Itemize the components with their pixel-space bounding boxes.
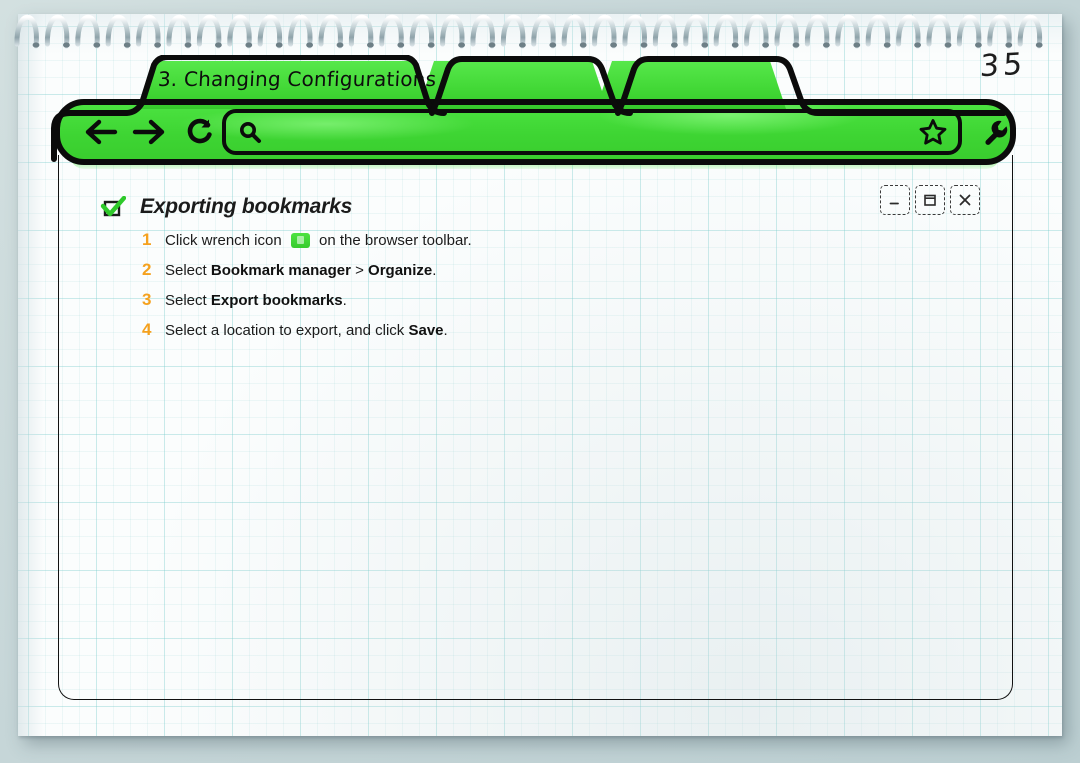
minimize-button[interactable] [880, 185, 910, 215]
reload-icon [187, 118, 212, 144]
step-text: Click wrench icon on the browser toolbar… [165, 232, 472, 249]
step-item: 4 Select a location to export, and click … [142, 319, 800, 342]
step-text: Select a location to export, and click S… [165, 321, 448, 339]
step-list: 1 Click wrench icon on the browser toolba… [142, 229, 800, 342]
step-number: 4 [142, 319, 152, 339]
step-item: 2 Select Bookmark manager > Organize. [142, 259, 800, 282]
maximize-icon [924, 194, 936, 206]
wrench-icon [985, 120, 1008, 145]
window-controls [880, 185, 980, 215]
step-item: 1 Click wrench icon on the browser toolba… [142, 229, 800, 252]
section-header: Exporting bookmarks [100, 195, 800, 219]
step-item: 3 Select Export bookmarks. [142, 289, 800, 312]
page-title: Exporting bookmarks [140, 195, 353, 218]
maximize-button[interactable] [915, 185, 945, 215]
page-number: 35 [978, 46, 1027, 85]
forward-button[interactable] [128, 113, 168, 151]
arrow-left-icon [85, 119, 118, 145]
reload-button[interactable] [180, 113, 218, 151]
address-bar[interactable] [222, 109, 962, 155]
browser-window: 3. Changing Configurations Exporting boo… [40, 55, 1020, 703]
content-area: Exporting bookmarks 1 Click wrench icon o… [100, 195, 800, 349]
wrench-menu-button[interactable] [976, 113, 1016, 151]
minimize-icon [889, 202, 899, 205]
search-icon [238, 120, 262, 144]
arrow-right-icon [132, 119, 165, 145]
step-text: Select Bookmark manager > Organize. [165, 261, 437, 279]
step-number: 2 [142, 259, 152, 279]
tab-label-active: 3. Changing Configurations [157, 67, 437, 91]
address-input[interactable] [262, 113, 918, 151]
wrench-swatch-icon [290, 233, 310, 248]
toolbar [40, 99, 1020, 165]
step-number: 1 [142, 230, 152, 249]
checkmark-bookmark-icon [100, 196, 126, 217]
close-button[interactable] [950, 185, 980, 215]
step-text: Select Export bookmarks. [165, 291, 347, 309]
step-number: 3 [142, 289, 152, 309]
close-icon [959, 194, 971, 206]
star-icon[interactable] [918, 117, 948, 147]
back-button[interactable] [82, 113, 122, 151]
